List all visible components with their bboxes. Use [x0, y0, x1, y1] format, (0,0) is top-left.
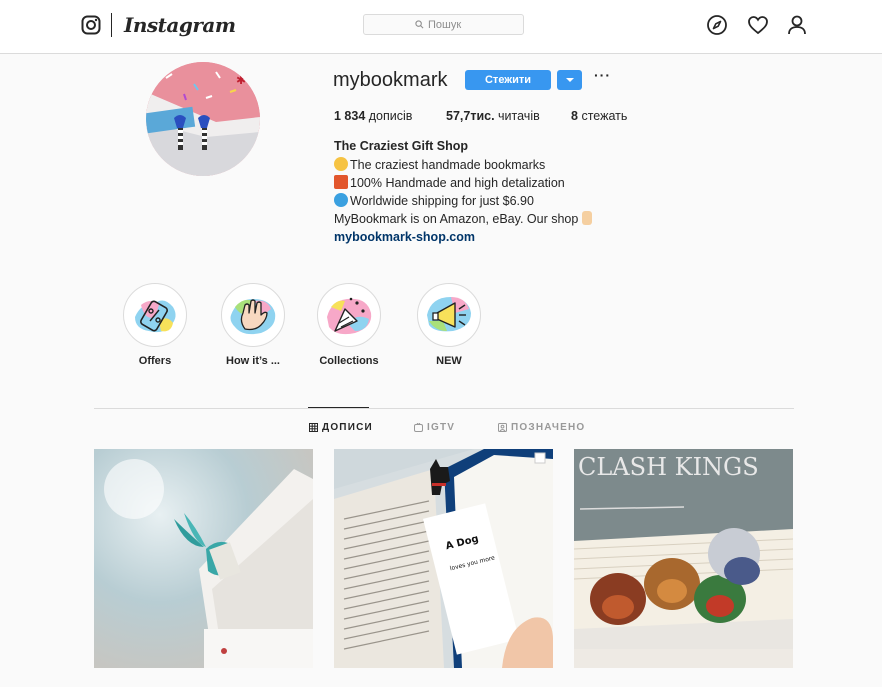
bio-line: 100% Handmade and high detalization: [334, 175, 565, 190]
followers-count: 57,7тис.: [446, 109, 495, 123]
tagged-icon: [498, 423, 507, 432]
search-box[interactable]: [363, 14, 524, 35]
more-options-icon[interactable]: ···: [594, 68, 610, 86]
dragon-bookmarks-image: CLASH KINGS: [574, 449, 793, 668]
book-title: CLASH KINGS: [578, 453, 759, 481]
hand-gesture-icon: [225, 287, 281, 343]
tabs-divider: [94, 408, 794, 409]
heart-eyes-emoji-icon: [334, 157, 348, 171]
profile-avatar[interactable]: ✱: [146, 62, 260, 176]
followers-stat[interactable]: 57,7тис. читачів: [446, 109, 540, 123]
fish-tail-bookmark-image: [94, 449, 313, 668]
igtv-icon: [414, 423, 423, 432]
bio-line: The craziest handmade bookmarks: [334, 157, 545, 172]
bio-line: MyBookmark is on Amazon, eBay. Our shop: [334, 211, 592, 226]
dog-bookmark-image: A Dog loves you more: [334, 449, 553, 668]
megaphone-icon: [421, 287, 477, 343]
svg-text:✱: ✱: [236, 73, 246, 87]
following-stat[interactable]: 8 стежать: [571, 109, 627, 123]
compass-icon[interactable]: [706, 14, 728, 36]
avatar-image: ✱: [146, 62, 260, 176]
post-thumbnail[interactable]: A Dog loves you more: [334, 449, 553, 668]
profile-username: mybookmark: [333, 69, 448, 91]
posts-count-stat: 1 834 дописів: [334, 109, 412, 123]
active-tab-indicator: [308, 407, 369, 408]
tab-label: ДОПИСИ: [322, 422, 373, 433]
story-highlight-collections[interactable]: Collections: [316, 283, 382, 367]
story-highlight-how-its[interactable]: How it’s ...: [220, 283, 286, 367]
nav-divider: [111, 13, 112, 37]
bio-line: Worldwide shipping for just $6.90: [334, 193, 534, 208]
bio-website-link[interactable]: mybookmark-shop.com: [334, 230, 475, 244]
highlight-label: NEW: [436, 355, 462, 367]
search-icon: [415, 20, 424, 29]
suggestions-dropdown-button[interactable]: [557, 70, 582, 90]
posts-label: дописів: [368, 109, 413, 123]
party-popper-icon: [321, 287, 377, 343]
pointing-down-emoji-icon: [581, 211, 592, 225]
story-highlight-offers[interactable]: Offers: [122, 283, 188, 367]
bio-full-name: The Craziest Gift Shop: [334, 139, 469, 153]
top-nav: Instagram: [0, 0, 882, 54]
post-thumbnail[interactable]: CLASH KINGS: [574, 449, 793, 668]
highlight-label: How it’s ...: [226, 355, 280, 367]
highlight-label: Collections: [319, 355, 379, 367]
followers-label: читачів: [498, 109, 540, 123]
highlight-label: Offers: [138, 355, 172, 367]
story-highlight-new[interactable]: NEW: [416, 283, 482, 367]
percent-tag-icon: [127, 287, 183, 343]
person-icon[interactable]: [786, 14, 808, 36]
following-count: 8: [571, 109, 578, 123]
grid-icon: [309, 423, 318, 432]
post-thumbnail[interactable]: [94, 449, 313, 668]
tab-tagged[interactable]: ПОЗНАЧЕНО: [498, 422, 585, 433]
instagram-wordmark-logo[interactable]: Instagram: [124, 13, 236, 37]
follow-button[interactable]: Стежити: [465, 70, 551, 90]
heart-icon[interactable]: [747, 14, 769, 36]
tab-label: IGTV: [427, 422, 456, 433]
search-input[interactable]: [428, 18, 472, 31]
following-label: стежать: [581, 109, 628, 123]
tab-posts[interactable]: ДОПИСИ: [309, 422, 373, 433]
gift-emoji-icon: [334, 175, 348, 189]
globe-emoji-icon: [334, 193, 348, 207]
instagram-glyph-icon[interactable]: [81, 15, 101, 35]
tab-igtv[interactable]: IGTV: [414, 422, 455, 433]
posts-count: 1 834: [334, 109, 366, 123]
tab-label: ПОЗНАЧЕНО: [511, 422, 586, 433]
